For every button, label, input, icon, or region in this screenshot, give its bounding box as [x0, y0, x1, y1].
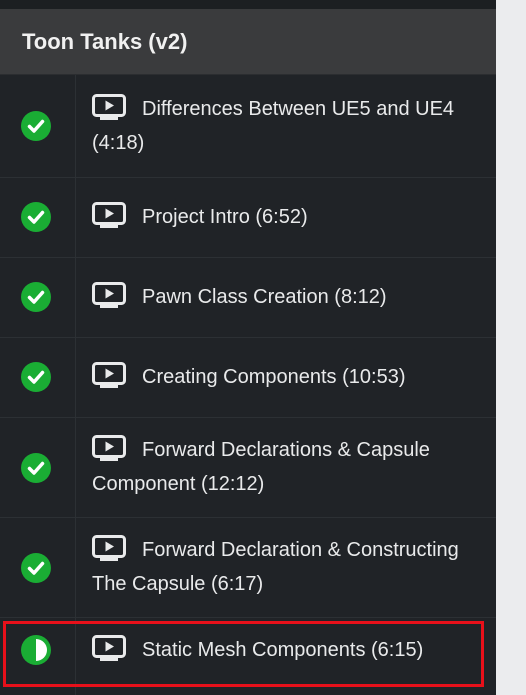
lecture-link[interactable]: Forward Declaration & Constructing The C…: [92, 533, 488, 601]
lecture-title: Differences Between UE5 and UE4 (4:18): [92, 98, 455, 154]
lecture-item[interactable]: Project Intro (6:52): [0, 178, 496, 258]
lecture-title: Creating Components (10:53): [142, 366, 406, 388]
status-cell: [0, 418, 76, 517]
lecture-item[interactable]: Forward Declaration & Constructing The C…: [0, 518, 496, 618]
lecture-title: Project Intro (6:52): [142, 206, 308, 228]
check-circle-icon[interactable]: [21, 553, 51, 583]
check-circle-icon[interactable]: [21, 362, 51, 392]
lecture-item[interactable]: Creating Components (10:53): [0, 338, 496, 418]
lecture-link[interactable]: Creating Components (10:53): [92, 360, 488, 394]
lecture-link[interactable]: Forward Declarations & Capsule Component…: [92, 433, 488, 501]
lecture-link[interactable]: Differences Between UE5 and UE4 (4:18): [92, 92, 488, 160]
video-play-icon: [92, 635, 126, 661]
video-play-icon: [92, 202, 126, 228]
status-cell: [0, 338, 76, 417]
video-play-icon: [92, 535, 126, 561]
status-cell: [0, 178, 76, 257]
status-cell: [0, 518, 76, 617]
lecture-item[interactable]: Pawn Class Creation (8:12): [0, 258, 496, 338]
lecture-title: Forward Declaration & Constructing The C…: [92, 539, 459, 595]
lecture-title: Static Mesh Components (6:15): [142, 639, 424, 661]
half-circle-icon[interactable]: [21, 635, 51, 665]
lecture-title: Forward Declarations & Capsule Component…: [92, 439, 430, 495]
check-circle-icon[interactable]: [21, 282, 51, 312]
status-cell: [0, 75, 76, 177]
status-cell: [0, 618, 76, 695]
check-circle-icon[interactable]: [21, 453, 51, 483]
lecture-link[interactable]: Static Mesh Components (6:15): [92, 633, 488, 667]
check-circle-icon[interactable]: [21, 202, 51, 232]
lecture-title: Pawn Class Creation (8:12): [142, 286, 387, 308]
section-title: Toon Tanks (v2): [22, 28, 188, 54]
previous-section-edge: [0, 0, 496, 9]
lecture-item[interactable]: Forward Declarations & Capsule Component…: [0, 418, 496, 518]
video-play-icon: [92, 94, 126, 120]
video-play-icon: [92, 362, 126, 388]
lecture-item[interactable]: Differences Between UE5 and UE4 (4:18): [0, 75, 496, 178]
status-cell: [0, 258, 76, 337]
lecture-item-current[interactable]: Static Mesh Components (6:15): [0, 618, 496, 695]
lecture-link[interactable]: Project Intro (6:52): [92, 200, 488, 234]
lecture-link[interactable]: Pawn Class Creation (8:12): [92, 280, 488, 314]
video-play-icon: [92, 282, 126, 308]
section-header[interactable]: Toon Tanks (v2): [0, 9, 496, 75]
video-play-icon: [92, 435, 126, 461]
course-sidebar: Toon Tanks (v2) Differences Between UE5 …: [0, 0, 496, 695]
check-circle-icon[interactable]: [21, 111, 51, 141]
